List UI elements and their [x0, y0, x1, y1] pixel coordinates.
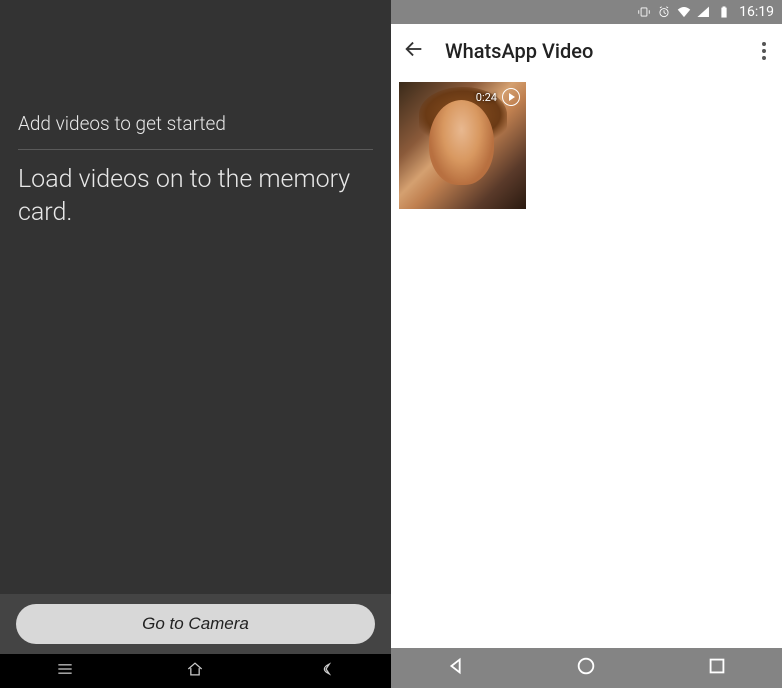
home-nav-button[interactable] [575, 655, 597, 681]
left-navigation-bar [0, 654, 391, 688]
overflow-menu-button[interactable] [758, 38, 770, 64]
status-bar: 16:19 [391, 0, 782, 24]
vibrate-icon [637, 5, 651, 19]
video-duration: 0:24 [476, 91, 497, 104]
empty-state-heading: Add videos to get started [18, 112, 373, 150]
recent-apps-button[interactable] [55, 659, 75, 683]
right-navigation-bar [391, 648, 782, 688]
home-button[interactable] [185, 659, 205, 683]
empty-state-content: Add videos to get started Load videos on… [0, 0, 391, 688]
recent-nav-button[interactable] [706, 655, 728, 681]
status-time: 16:19 [739, 4, 774, 20]
video-thumbnail[interactable]: 0:24 [399, 82, 526, 209]
go-to-camera-button[interactable]: Go to Camera [16, 604, 375, 644]
back-arrow-button[interactable] [403, 38, 425, 64]
signal-icon [697, 5, 711, 19]
back-button[interactable] [316, 659, 336, 683]
page-title: WhatsApp Video [445, 39, 738, 63]
left-screen: Add videos to get started Load videos on… [0, 0, 391, 688]
thumbnail-overlay: 0:24 [476, 88, 520, 106]
alarm-icon [657, 5, 671, 19]
battery-icon [717, 5, 731, 19]
camera-button-container: Go to Camera [0, 594, 391, 654]
right-screen: 16:19 WhatsApp Video 0:24 [391, 0, 782, 688]
video-gallery: 0:24 [391, 78, 782, 648]
app-bar: WhatsApp Video [391, 24, 782, 78]
empty-state-subheading: Load videos on to the memory card. [18, 164, 373, 229]
wifi-icon [677, 5, 691, 19]
play-icon [502, 88, 520, 106]
back-nav-button[interactable] [445, 655, 467, 681]
